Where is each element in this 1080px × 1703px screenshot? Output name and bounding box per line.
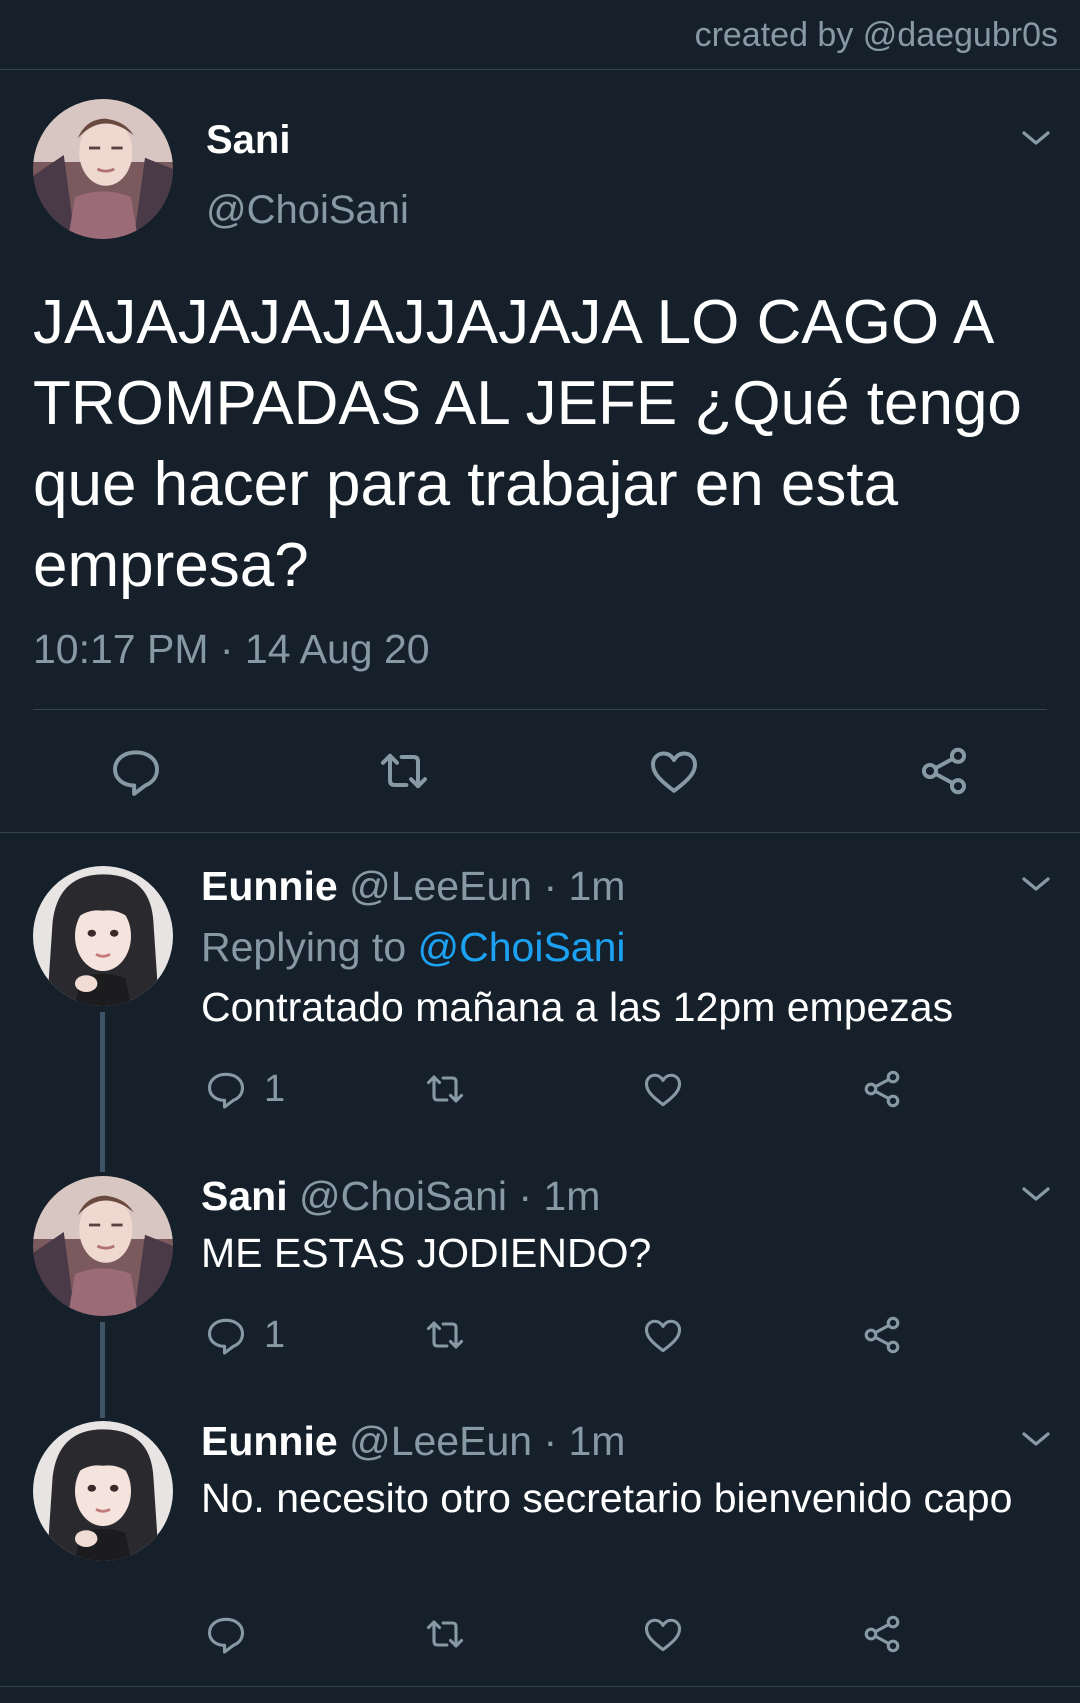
share-icon xyxy=(864,1615,900,1653)
thread-line xyxy=(100,1012,105,1172)
like-button[interactable] xyxy=(641,1313,685,1357)
share-icon xyxy=(921,747,967,795)
retweet-icon xyxy=(426,1620,464,1648)
retweet-icon xyxy=(426,1075,464,1103)
divider xyxy=(33,709,1047,710)
share-icon xyxy=(864,1070,900,1108)
share-button[interactable] xyxy=(860,1067,904,1111)
author-name[interactable]: Sani xyxy=(206,118,290,163)
avatar[interactable] xyxy=(33,99,173,239)
reply-icon xyxy=(113,750,159,796)
reply-count: 1 xyxy=(264,1067,286,1110)
heart-icon xyxy=(644,1618,682,1652)
reply-header: Sani @ChoiSani · 1m xyxy=(201,1173,600,1220)
share-button[interactable] xyxy=(916,743,972,799)
reply-count: 1 xyxy=(264,1313,286,1356)
reply-meta: @LeeEun · 1m xyxy=(337,863,626,909)
share-button[interactable] xyxy=(860,1612,904,1656)
chevron-down-icon[interactable] xyxy=(1021,1184,1051,1204)
retweet-button[interactable] xyxy=(421,1612,469,1656)
retweet-button[interactable] xyxy=(374,743,434,799)
reply-text: No. necesito otro secretario bienvenido … xyxy=(201,1475,1013,1521)
tweet-timestamp[interactable]: 10:17 PM · 14 Aug 20 xyxy=(33,626,430,673)
replying-prefix: Replying to xyxy=(201,924,418,970)
reply-text: Contratado mañana a las 12pm empezas xyxy=(201,984,954,1030)
reply-header: Eunnie @LeeEun · 1m xyxy=(201,1418,625,1465)
chevron-down-icon[interactable] xyxy=(1021,128,1051,148)
avatar[interactable] xyxy=(33,1421,173,1561)
chevron-down-icon[interactable] xyxy=(1021,1429,1051,1449)
reply-author-name[interactable]: Eunnie xyxy=(201,863,338,909)
retweet-icon xyxy=(426,1321,464,1349)
reply-author-name[interactable]: Sani xyxy=(201,1173,288,1219)
heart-icon xyxy=(644,1073,682,1107)
like-button[interactable] xyxy=(641,1067,685,1111)
credit-bar: created by @daegubr0s xyxy=(0,0,1080,70)
reply-button[interactable]: 1 xyxy=(204,1313,285,1357)
reply-author-name[interactable]: Eunnie xyxy=(201,1418,338,1464)
share-icon xyxy=(864,1316,900,1354)
reply-icon xyxy=(207,1318,245,1355)
reply-meta: @LeeEun · 1m xyxy=(337,1418,626,1464)
tweet-text: JAJAJAJAJAJJAJAJA LO CAGO A TROMPADAS AL… xyxy=(33,288,1022,600)
reply-text: ME ESTAS JODIENDO? xyxy=(201,1230,652,1276)
reply-button[interactable] xyxy=(204,1612,248,1656)
heart-icon xyxy=(644,1319,682,1353)
reply-button[interactable] xyxy=(108,743,164,799)
reply-meta: @ChoiSani · 1m xyxy=(287,1173,601,1219)
avatar[interactable] xyxy=(33,1176,173,1316)
retweet-button[interactable] xyxy=(421,1067,469,1111)
retweet-button[interactable] xyxy=(421,1313,469,1357)
reply-icon xyxy=(207,1617,245,1654)
divider xyxy=(0,1686,1080,1687)
chevron-down-icon[interactable] xyxy=(1021,874,1051,894)
retweet-icon xyxy=(381,753,427,789)
reply-header: Eunnie @LeeEun · 1m xyxy=(201,863,625,910)
share-button[interactable] xyxy=(860,1313,904,1357)
reply-button[interactable]: 1 xyxy=(204,1067,285,1111)
mention-link[interactable]: @ChoiSani xyxy=(418,924,626,970)
divider xyxy=(0,832,1080,833)
credit-text: created by @daegubr0s xyxy=(694,16,1058,54)
author-handle[interactable]: @ChoiSani xyxy=(206,188,409,233)
thread-line xyxy=(100,1322,105,1418)
avatar[interactable] xyxy=(33,866,173,1006)
like-button[interactable] xyxy=(641,1612,685,1656)
reply-icon xyxy=(207,1072,245,1109)
replying-to: Replying to @ChoiSani xyxy=(201,924,626,971)
heart-icon xyxy=(651,751,697,793)
like-button[interactable] xyxy=(646,743,702,799)
